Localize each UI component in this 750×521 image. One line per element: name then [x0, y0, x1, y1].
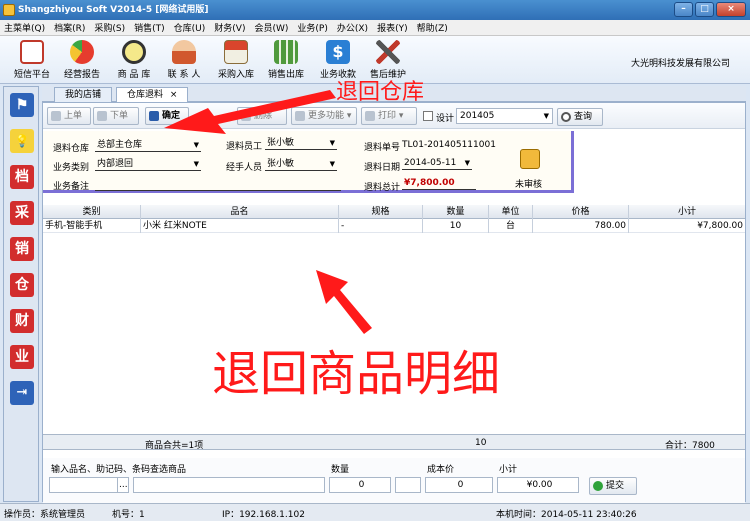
arrow-to-warehouse [164, 90, 336, 134]
annotation-return-details: 退回商品明细 [212, 346, 501, 402]
annotation-return-warehouse: 退回仓库 [336, 80, 425, 105]
arrow-to-grid [316, 270, 372, 334]
